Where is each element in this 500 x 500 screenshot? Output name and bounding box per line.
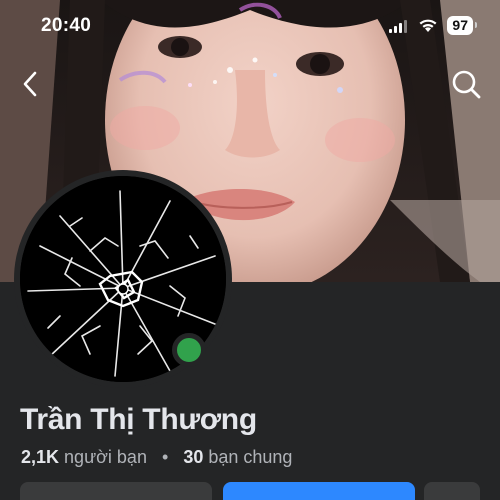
search-icon (452, 70, 481, 99)
stats-separator: • (161, 447, 169, 467)
more-button[interactable] (424, 482, 480, 500)
profile-actions (0, 482, 500, 500)
status-bar: 20:40 97 (0, 0, 500, 52)
message-button[interactable] (223, 482, 415, 500)
back-button[interactable] (14, 66, 50, 102)
status-icons: 97 (389, 16, 477, 35)
search-button[interactable] (448, 66, 484, 102)
friends-count[interactable]: 2,1K (21, 447, 59, 467)
status-time: 20:40 (41, 15, 92, 36)
profile-name: Trần Thị Thương (20, 403, 257, 436)
mutual-friends-count[interactable]: 30 (183, 447, 203, 467)
wifi-icon (419, 19, 437, 32)
friends-label[interactable]: người bạn (64, 447, 147, 467)
online-status-indicator (172, 333, 206, 367)
battery-indicator: 97 (447, 16, 477, 35)
mutual-friends-label[interactable]: bạn chung (208, 447, 292, 467)
profile-stats: 2,1K người bạn • 30 bạn chung (21, 447, 292, 468)
cellular-signal-icon (389, 19, 408, 33)
chevron-left-icon (23, 71, 37, 97)
friends-button[interactable] (20, 482, 212, 500)
